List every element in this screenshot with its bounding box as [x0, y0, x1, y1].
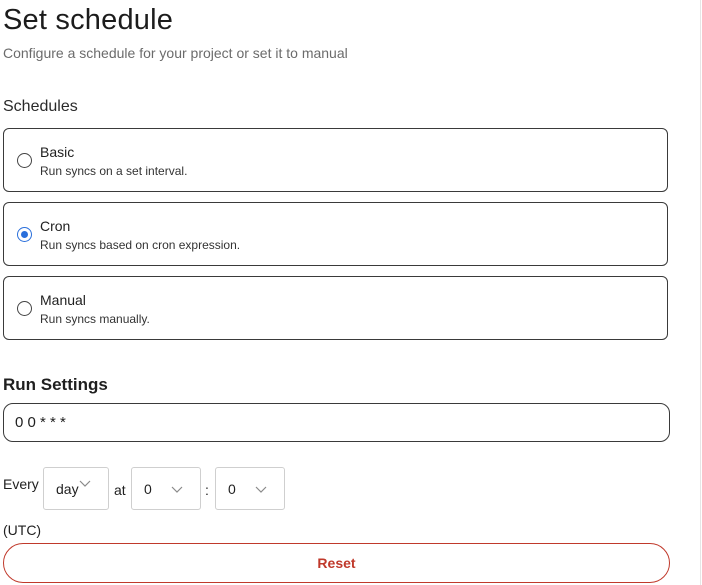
timezone-label: (UTC) [3, 522, 42, 538]
schedule-option-title: Cron [40, 218, 71, 234]
cron-expression-input[interactable] [3, 403, 670, 442]
page-title: Set schedule [3, 4, 174, 36]
minute-select[interactable]: 0 [215, 467, 285, 510]
at-label: at [114, 482, 126, 498]
hour-select[interactable]: 0 [131, 467, 201, 510]
frequency-select[interactable]: day [43, 467, 109, 510]
schedule-option-description: Run syncs manually. [40, 312, 150, 326]
chevron-down-icon [171, 486, 183, 493]
radio-button-icon[interactable] [17, 301, 32, 316]
schedules-label: Schedules [3, 98, 78, 115]
radio-button-icon[interactable] [17, 153, 32, 168]
radio-button-selected-icon[interactable] [17, 227, 32, 242]
schedule-option-cron[interactable]: Cron Run syncs based on cron expression. [3, 202, 668, 266]
schedule-option-title: Manual [40, 292, 86, 308]
frequency-select-value: day [56, 481, 79, 497]
minute-select-value: 0 [228, 481, 236, 497]
schedule-option-description: Run syncs on a set interval. [40, 164, 188, 178]
schedule-option-manual[interactable]: Manual Run syncs manually. [3, 276, 668, 340]
page-edge-divider [700, 0, 701, 585]
hour-select-value: 0 [144, 481, 152, 497]
schedule-option-title: Basic [40, 144, 75, 160]
reset-button[interactable]: Reset [3, 543, 670, 583]
schedule-option-basic[interactable]: Basic Run syncs on a set interval. [3, 128, 668, 192]
set-schedule-page: Set schedule Configure a schedule for yo… [0, 0, 702, 585]
chevron-down-icon [79, 480, 91, 487]
chevron-down-icon [255, 486, 267, 493]
every-label: Every [3, 476, 39, 492]
page-subtitle: Configure a schedule for your project or… [3, 45, 348, 61]
time-colon: : [205, 482, 209, 498]
schedule-option-description: Run syncs based on cron expression. [40, 238, 241, 252]
run-settings-title: Run Settings [3, 375, 108, 394]
